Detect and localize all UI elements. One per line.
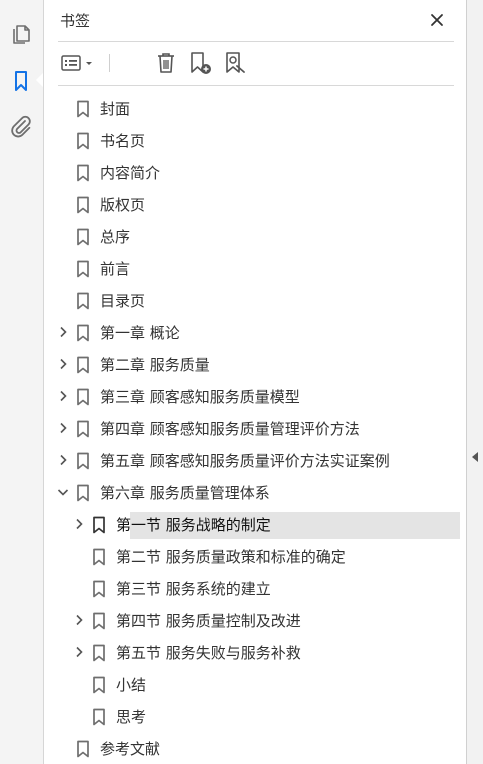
bookmark-item[interactable]: 参考文献: [44, 732, 466, 764]
header-divider: [58, 41, 454, 42]
bookmark-label: 目录页: [100, 292, 146, 310]
bookmark-icon: [92, 644, 106, 662]
chevron-right-icon[interactable]: [56, 357, 70, 371]
paperclip-icon[interactable]: [8, 113, 34, 139]
bookmark-label: 第四章 顾客感知服务质量管理评价方法: [100, 420, 360, 438]
navigation-rail: [0, 0, 44, 764]
bookmark-label: 第五节 服务失败与服务补救: [116, 644, 301, 662]
bookmark-search-icon[interactable]: [223, 50, 249, 76]
bookmark-label: 思考: [116, 708, 147, 726]
chevron-right-icon[interactable]: [56, 453, 70, 467]
toolbar-separator: [109, 54, 110, 72]
bookmark-item[interactable]: 目录页: [44, 284, 466, 316]
bookmark-item[interactable]: 第四节 服务质量控制及改进: [44, 604, 466, 636]
bookmark-icon[interactable]: [8, 68, 34, 94]
bookmark-label: 第四节 服务质量控制及改进: [116, 612, 301, 630]
bookmark-item[interactable]: 第三节 服务系统的建立: [44, 572, 466, 604]
bookmark-item[interactable]: 总序: [44, 220, 466, 252]
bookmark-icon: [92, 548, 106, 566]
bookmark-label: 第一章 概论: [100, 324, 180, 342]
bookmark-item[interactable]: 第三章 顾客感知服务质量模型: [44, 380, 466, 412]
bookmark-icon: [76, 740, 90, 758]
pages-icon[interactable]: [8, 21, 34, 47]
bookmark-label: 第三节 服务系统的建立: [116, 580, 271, 598]
bookmark-icon: [76, 484, 90, 502]
bookmark-icon: [92, 708, 106, 726]
bookmark-item[interactable]: 前言: [44, 252, 466, 284]
bookmark-icon: [76, 420, 90, 438]
bookmark-icon: [92, 676, 106, 694]
bookmark-add-icon[interactable]: [188, 50, 214, 76]
bookmark-icon: [92, 612, 106, 630]
bookmark-icon: [76, 452, 90, 470]
panel-resize-strip[interactable]: [466, 0, 483, 764]
panel-title: 书签: [60, 12, 91, 30]
collapse-arrow-icon[interactable]: [472, 452, 478, 462]
bookmark-icon: [76, 260, 90, 278]
chevron-right-icon[interactable]: [56, 421, 70, 435]
bookmark-item[interactable]: 第一章 概论: [44, 316, 466, 348]
bookmark-label: 小结: [116, 676, 147, 694]
bookmark-label: 第三章 顾客感知服务质量模型: [100, 388, 300, 406]
bookmark-icon: [76, 356, 90, 374]
chevron-right-icon[interactable]: [72, 517, 86, 531]
bookmark-item[interactable]: 书名页: [44, 124, 466, 156]
bookmark-icon: [76, 196, 90, 214]
bookmark-label: 内容简介: [100, 164, 161, 182]
bookmark-icon: [92, 516, 106, 534]
active-tab-indicator: [36, 73, 43, 87]
bookmark-item[interactable]: 第五节 服务失败与服务补救: [44, 636, 466, 668]
bookmark-label: 前言: [100, 260, 131, 278]
list-options-icon[interactable]: [60, 50, 96, 76]
bookmark-item[interactable]: 第六章 服务质量管理体系: [44, 476, 466, 508]
bookmarks-toolbar: [58, 48, 458, 78]
bookmark-icon: [92, 580, 106, 598]
bookmark-icon: [76, 100, 90, 118]
toolbar-divider: [58, 85, 454, 86]
chevron-right-icon[interactable]: [72, 645, 86, 659]
bookmark-label: 总序: [100, 228, 131, 246]
bookmark-label: 参考文献: [100, 740, 161, 758]
chevron-right-icon[interactable]: [72, 613, 86, 627]
bookmark-label: 版权页: [100, 196, 146, 214]
bookmark-item[interactable]: 封面: [44, 92, 466, 124]
bookmark-icon: [76, 228, 90, 246]
chevron-right-icon[interactable]: [56, 325, 70, 339]
bookmark-label: 第二节 服务质量政策和标准的确定: [116, 548, 346, 566]
bookmark-item[interactable]: 第一节 服务战略的制定: [44, 508, 466, 540]
chevron-right-icon[interactable]: [56, 389, 70, 403]
bookmark-label: 第一节 服务战略的制定: [116, 516, 271, 534]
bookmark-icon: [76, 164, 90, 182]
bookmark-item[interactable]: 第二章 服务质量: [44, 348, 466, 380]
bookmark-icon: [76, 388, 90, 406]
bookmark-label: 书名页: [100, 132, 146, 150]
bookmark-item[interactable]: 小结: [44, 668, 466, 700]
close-icon[interactable]: [426, 9, 448, 31]
bookmark-icon: [76, 324, 90, 342]
bookmark-label: 封面: [100, 100, 131, 118]
bookmark-item[interactable]: 第五章 顾客感知服务质量评价方法实证案例: [44, 444, 466, 476]
bookmark-label: 第五章 顾客感知服务质量评价方法实证案例: [100, 452, 390, 470]
bookmark-item[interactable]: 思考: [44, 700, 466, 732]
bookmark-item[interactable]: 内容简介: [44, 156, 466, 188]
bookmark-label: 第二章 服务质量: [100, 356, 210, 374]
bookmark-label: 第六章 服务质量管理体系: [100, 484, 270, 502]
bookmark-icon: [76, 132, 90, 150]
bookmarks-panel: 书签 封面 书名页 内容简介 版权页 总序 前言 目录页 第一章 概论 第二章 …: [44, 0, 466, 764]
bookmark-item[interactable]: 版权页: [44, 188, 466, 220]
trash-icon[interactable]: [154, 50, 178, 76]
bookmark-icon: [76, 292, 90, 310]
bookmark-item[interactable]: 第二节 服务质量政策和标准的确定: [44, 540, 466, 572]
chevron-down-icon[interactable]: [56, 485, 70, 499]
bookmark-item[interactable]: 第四章 顾客感知服务质量管理评价方法: [44, 412, 466, 444]
